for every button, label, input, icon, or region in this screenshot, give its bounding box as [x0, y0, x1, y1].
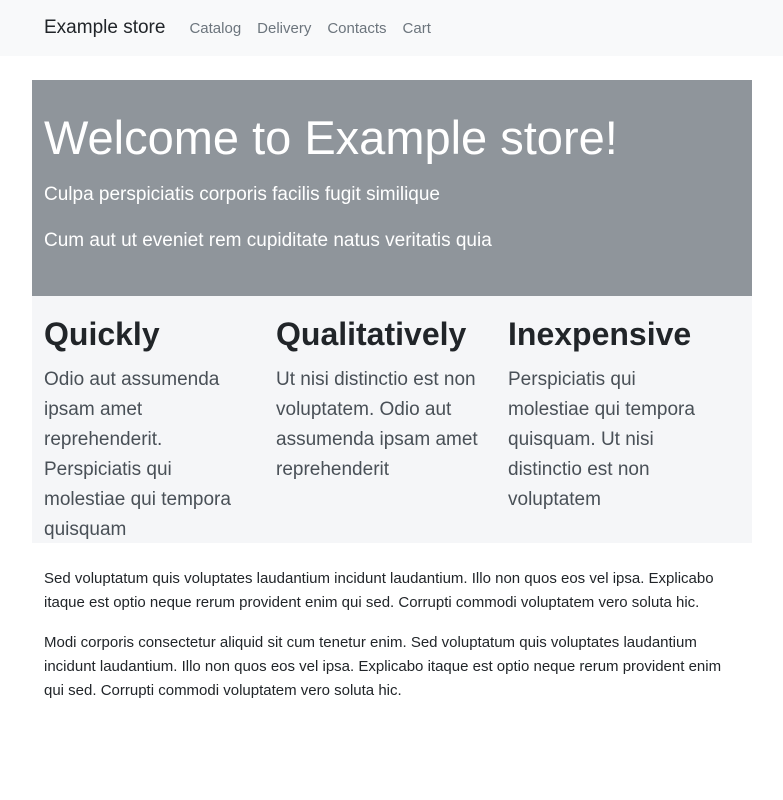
- hero-banner: Welcome to Example store! Culpa perspici…: [32, 80, 752, 296]
- nav-link-catalog[interactable]: Catalog: [189, 20, 241, 37]
- nav-link-delivery[interactable]: Delivery: [257, 20, 311, 37]
- hero-subtitle-2: Cum aut ut eveniet rem cupiditate natus …: [44, 230, 492, 251]
- content-section: Sed voluptatum quis voluptates laudantiu…: [44, 567, 744, 703]
- feature-title: Inexpensive: [508, 316, 692, 352]
- feature-quickly: Quickly Odio aut assumenda ipsam amet re…: [44, 314, 276, 543]
- content-paragraph-1: Sed voluptatum quis voluptates laudantiu…: [44, 570, 714, 611]
- navbar: Example store Catalog Delivery Contacts …: [0, 0, 783, 56]
- nav-links: Catalog Delivery Contacts Cart: [189, 20, 446, 37]
- feature-text: Ut nisi distinctio est non voluptatem. O…: [276, 369, 478, 480]
- hero-subtitle-1: Culpa perspiciatis corporis facilis fugi…: [44, 184, 440, 205]
- feature-title: Quickly: [44, 316, 160, 352]
- feature-text: Odio aut assumenda ipsam amet reprehende…: [44, 369, 231, 540]
- nav-link-cart[interactable]: Cart: [403, 20, 431, 37]
- content-paragraph-2: Modi corporis consectetur aliquid sit cu…: [44, 634, 722, 699]
- features-section: Quickly Odio aut assumenda ipsam amet re…: [32, 296, 752, 543]
- hero-title: Welcome to Example store!: [44, 111, 618, 164]
- feature-inexpensive: Inexpensive Perspiciatis qui molestiae q…: [508, 314, 740, 543]
- feature-title: Qualitatively: [276, 316, 467, 352]
- brand-link[interactable]: Example store: [44, 17, 165, 39]
- nav-link-contacts[interactable]: Contacts: [327, 20, 386, 37]
- feature-text: Perspiciatis qui molestiae qui tempora q…: [508, 369, 695, 510]
- feature-qualitatively: Qualitatively Ut nisi distinctio est non…: [276, 314, 508, 543]
